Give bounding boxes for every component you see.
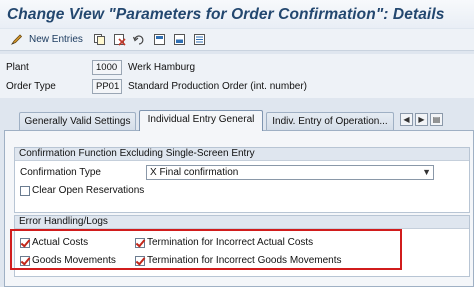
- tab-content-panel: Confirmation Function Excluding Single-S…: [4, 130, 474, 287]
- actual-costs-row: Actual Costs: [20, 235, 88, 250]
- plant-label: Plant: [6, 61, 29, 73]
- confirmation-type-select[interactable]: X Final confirmation ▼: [146, 165, 434, 180]
- actual-costs-checkbox[interactable]: [20, 237, 30, 248]
- confirmation-type-value: X Final confirmation: [150, 167, 239, 178]
- page-title: Change View "Parameters for Order Confir…: [7, 6, 445, 23]
- group-title: Confirmation Function Excluding Single-S…: [15, 148, 469, 161]
- application-toolbar: New Entries: [0, 29, 474, 51]
- order-type-field[interactable]: PP01: [92, 78, 122, 94]
- tab-strip: Generally Valid Settings Individual Entr…: [0, 110, 474, 131]
- termination-goods-movements-checkbox[interactable]: [135, 255, 145, 266]
- goods-movements-label: Goods Movements: [32, 255, 116, 266]
- termination-actual-costs-checkbox[interactable]: [135, 237, 145, 248]
- header-fields: Plant 1000 Werk Hamburg Order Type PP01 …: [0, 54, 474, 98]
- clear-reservations-label: Clear Open Reservations: [32, 185, 145, 196]
- confirmation-type-row: Confirmation Type: [20, 165, 101, 180]
- plant-field[interactable]: 1000: [92, 59, 122, 75]
- tab-list-icon[interactable]: ▤: [430, 113, 443, 126]
- clear-reservations-row: Clear Open Reservations: [20, 183, 144, 198]
- deselect-all-icon[interactable]: [193, 33, 207, 47]
- termination-goods-movements-label: Termination for Incorrect Goods Movement…: [147, 255, 342, 266]
- undo-icon[interactable]: [133, 33, 147, 47]
- termination-actual-costs-row: Termination for Incorrect Actual Costs: [135, 235, 313, 250]
- order-type-row: Order Type PP01 Standard Production Orde…: [6, 78, 474, 94]
- clear-reservations-checkbox[interactable]: [20, 185, 30, 196]
- tab-indiv-entry-of-operation[interactable]: Indiv. Entry of Operation...: [266, 112, 394, 130]
- error-handling-group: Error Handling/Logs Actual Costs Termina…: [14, 215, 470, 277]
- termination-goods-movements-row: Termination for Incorrect Goods Movement…: [135, 253, 342, 268]
- actual-costs-label: Actual Costs: [32, 237, 89, 248]
- tab-scroll-right-icon[interactable]: ▶: [415, 113, 428, 126]
- title-bar: Change View "Parameters for Order Confir…: [0, 0, 474, 28]
- confirmation-type-label: Confirmation Type: [20, 167, 101, 178]
- confirmation-function-group: Confirmation Function Excluding Single-S…: [14, 147, 470, 213]
- chevron-down-icon[interactable]: ▼: [422, 167, 431, 177]
- select-all-icon[interactable]: [173, 33, 187, 47]
- plant-description: Werk Hamburg: [128, 61, 196, 73]
- tab-individual-entry-general[interactable]: Individual Entry General: [139, 110, 263, 131]
- copy-icon[interactable]: [93, 33, 107, 47]
- plant-row: Plant 1000 Werk Hamburg: [6, 59, 474, 75]
- goods-movements-row: Goods Movements: [20, 253, 116, 268]
- tab-scroll-left-icon[interactable]: ◀: [400, 113, 413, 126]
- select-block-icon[interactable]: [153, 33, 167, 47]
- delete-icon[interactable]: [113, 33, 127, 47]
- order-type-label: Order Type: [6, 80, 56, 92]
- order-type-description: Standard Production Order (int. number): [128, 80, 307, 92]
- new-entries-button[interactable]: New Entries: [29, 34, 83, 45]
- goods-movements-checkbox[interactable]: [20, 255, 30, 266]
- edit-pencil-icon[interactable]: [9, 33, 23, 47]
- termination-actual-costs-label: Termination for Incorrect Actual Costs: [147, 237, 314, 248]
- group-title: Error Handling/Logs: [15, 216, 469, 229]
- tab-generally-valid-settings[interactable]: Generally Valid Settings: [19, 112, 136, 130]
